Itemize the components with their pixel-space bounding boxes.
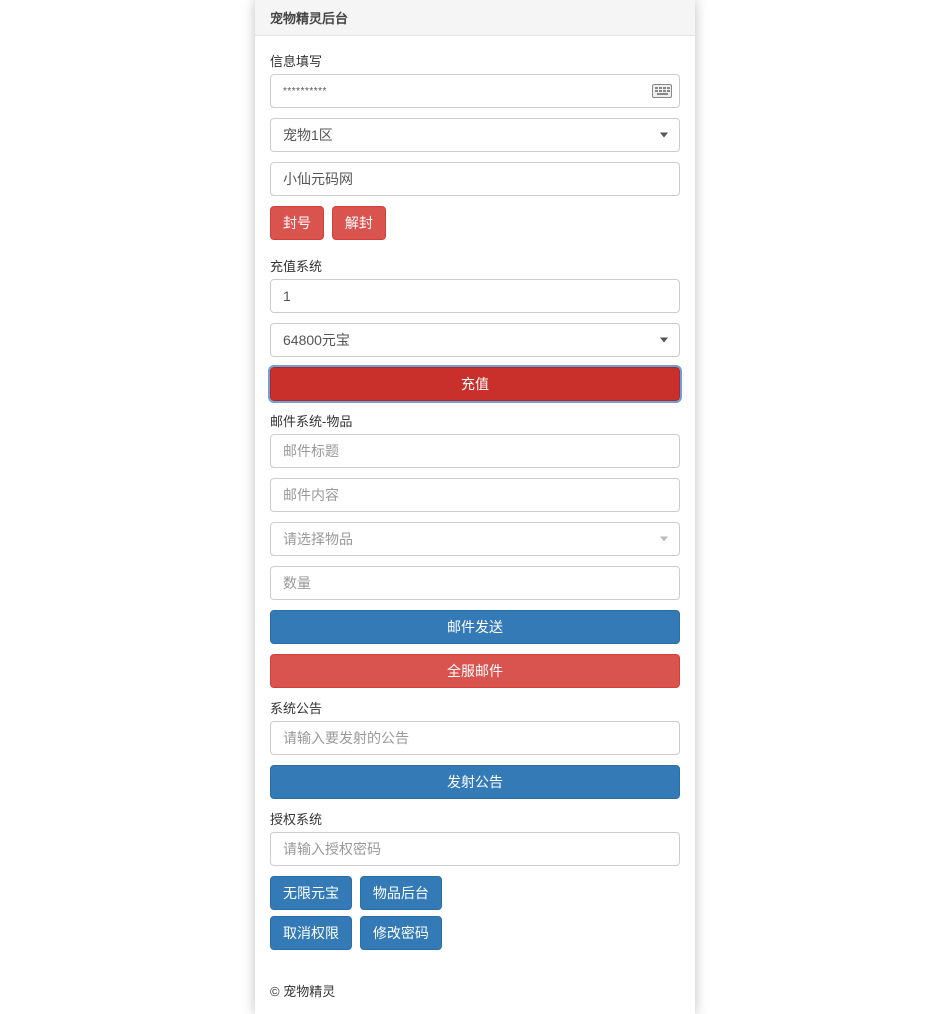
mail-title-input[interactable]: [270, 434, 680, 468]
announce-group: 系统公告: [270, 698, 680, 755]
recharge-amount-group: 充值系统: [270, 256, 680, 313]
recharge-submit-group: 充值: [270, 367, 680, 401]
announce-submit-group: 发射公告: [270, 765, 680, 799]
recharge-package-select[interactable]: 64800元宝: [270, 323, 680, 357]
panel-body: 信息填写 宠物1区 封号 解封 充值系统 64800元宝 充值: [255, 36, 695, 971]
change-password-button[interactable]: 修改密码: [360, 916, 442, 950]
info-label: 信息填写: [270, 51, 680, 70]
auth-buttons-row1: 无限元宝 物品后台: [270, 876, 680, 916]
footer-text: © 宠物精灵: [255, 971, 695, 1014]
admin-panel: 宠物精灵后台 信息填写 宠物1区 封号 解封 充值系统 64800元宝: [255, 0, 695, 1014]
ban-button[interactable]: 封号: [270, 206, 324, 240]
recharge-amount-input[interactable]: [270, 279, 680, 313]
unban-button[interactable]: 解封: [332, 206, 386, 240]
zone-select-value: 宠物1区: [270, 118, 680, 152]
mail-content-group: [270, 478, 680, 512]
zone-select[interactable]: 宠物1区: [270, 118, 680, 152]
mail-label: 邮件系统-物品: [270, 411, 680, 430]
mail-send-group: 邮件发送: [270, 610, 680, 644]
revoke-auth-button[interactable]: 取消权限: [270, 916, 352, 950]
mail-content-input[interactable]: [270, 478, 680, 512]
mail-title-group: 邮件系统-物品: [270, 411, 680, 468]
password-input[interactable]: [270, 74, 680, 108]
announce-input[interactable]: [270, 721, 680, 755]
chevron-down-icon: [660, 338, 668, 343]
ban-buttons: 封号 解封: [270, 206, 680, 246]
items-backend-button[interactable]: 物品后台: [360, 876, 442, 910]
unlimited-gold-button[interactable]: 无限元宝: [270, 876, 352, 910]
info-password-group: 信息填写: [270, 51, 680, 108]
mail-qty-group: [270, 566, 680, 600]
mail-qty-input[interactable]: [270, 566, 680, 600]
recharge-button[interactable]: 充值: [270, 367, 680, 401]
auth-buttons-row2: 取消权限 修改密码: [270, 916, 680, 956]
announce-button[interactable]: 发射公告: [270, 765, 680, 799]
mail-send-button[interactable]: 邮件发送: [270, 610, 680, 644]
auth-password-input[interactable]: [270, 832, 680, 866]
announce-label: 系统公告: [270, 698, 680, 717]
panel-title: 宠物精灵后台: [255, 0, 695, 36]
mail-broadcast-group: 全服邮件: [270, 654, 680, 688]
mail-broadcast-button[interactable]: 全服邮件: [270, 654, 680, 688]
mail-item-select[interactable]: 请选择物品: [270, 522, 680, 556]
chevron-down-icon: [660, 133, 668, 138]
password-input-wrap: [270, 74, 680, 108]
name-input-group: [270, 162, 680, 196]
mail-item-value: 请选择物品: [270, 522, 680, 556]
recharge-label: 充值系统: [270, 256, 680, 275]
keyboard-icon: [652, 84, 672, 98]
recharge-package-value: 64800元宝: [270, 323, 680, 357]
chevron-down-icon: [660, 537, 668, 542]
auth-label: 授权系统: [270, 809, 680, 828]
name-input[interactable]: [270, 162, 680, 196]
auth-group: 授权系统: [270, 809, 680, 866]
